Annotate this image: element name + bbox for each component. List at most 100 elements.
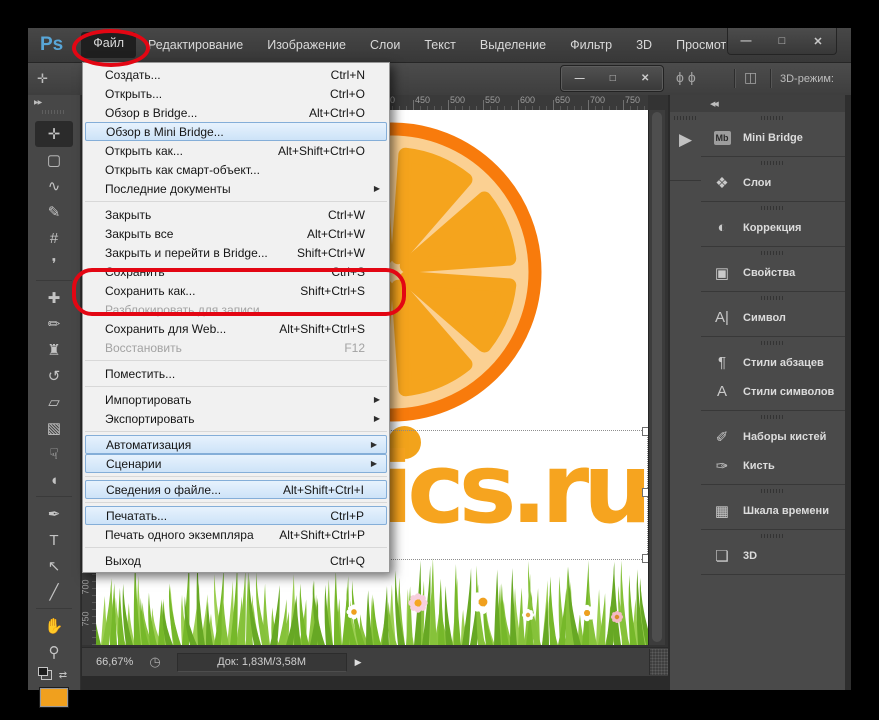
- crop-tool[interactable]: #: [28, 225, 80, 251]
- line-tool[interactable]: ╱: [28, 579, 80, 605]
- file-menu-item[interactable]: Печатать...Ctrl+P: [85, 506, 387, 525]
- gradient-tool[interactable]: ▧: [28, 415, 80, 441]
- menubar-item[interactable]: Выделение: [468, 32, 558, 58]
- expand-panel-icon[interactable]: ▶▶: [34, 99, 41, 106]
- panel-grip[interactable]: [761, 116, 785, 120]
- brush-tool[interactable]: ✏: [28, 311, 80, 337]
- panel-button-actions[interactable]: ▶: [670, 116, 701, 181]
- status-menu-arrow-icon[interactable]: ▶: [355, 657, 362, 668]
- maximize-button[interactable]: □: [767, 35, 797, 47]
- menubar-item[interactable]: Файл: [81, 32, 136, 58]
- file-menu-item[interactable]: Обзор в Bridge...Alt+Ctrl+O: [83, 103, 389, 122]
- path-selection-tool[interactable]: ↖: [28, 553, 80, 579]
- quick-selection-tool[interactable]: ✎: [28, 199, 80, 225]
- tools-panel-grip[interactable]: [42, 110, 66, 114]
- eraser-tool[interactable]: ▱: [28, 389, 80, 415]
- zoom-level-field[interactable]: 66,67%: [96, 656, 133, 668]
- menubar-item[interactable]: Редактирование: [136, 32, 255, 58]
- file-menu-item[interactable]: Импортировать▶: [83, 390, 389, 409]
- file-menu-item[interactable]: Открыть как смарт-объект...: [83, 160, 389, 179]
- file-menu-item[interactable]: Экспортировать▶: [83, 409, 389, 428]
- character-styles-icon: A: [712, 383, 732, 400]
- options-separator: [770, 69, 772, 88]
- photoshop-logo: Ps: [40, 34, 63, 56]
- file-menu-item[interactable]: Открыть...Ctrl+O: [83, 84, 389, 103]
- file-menu-item[interactable]: Открыть как...Alt+Shift+Ctrl+O: [83, 141, 389, 160]
- panel-grip[interactable]: [761, 251, 785, 255]
- panel-button-layers[interactable]: ❖Слои: [701, 168, 845, 197]
- resize-grip[interactable]: [649, 649, 668, 675]
- vertical-scrollbar[interactable]: [648, 110, 665, 645]
- close-button[interactable]: ✕: [803, 35, 833, 48]
- file-menu-item[interactable]: Создать...Ctrl+N: [83, 65, 389, 84]
- pen-tool[interactable]: ✒: [28, 501, 80, 527]
- collapse-panels-icon[interactable]: ◀◀: [710, 100, 717, 108]
- file-menu-item[interactable]: Последние документы▶: [83, 179, 389, 198]
- file-menu-item[interactable]: Автоматизация▶: [85, 435, 387, 454]
- panel-button-brush[interactable]: ✑Кисть: [701, 451, 845, 480]
- panel-grip[interactable]: [761, 489, 785, 493]
- swap-arrows-icon[interactable]: ⇄: [59, 670, 67, 681]
- panel-button-mini-bridge[interactable]: MbMini Bridge: [701, 123, 845, 152]
- file-menu-item[interactable]: ЗакрытьCtrl+W: [83, 205, 389, 224]
- file-menu-item[interactable]: Печать одного экземпляраAlt+Shift+Ctrl+P: [83, 525, 389, 544]
- tools-list: ✛▢∿✎#❜ ✚✏♜↺▱▧☟◖ ✒T↖╱ ✋⚲ ⇄: [28, 121, 80, 707]
- healing-brush-tool[interactable]: ✚: [28, 285, 80, 311]
- file-menu-item[interactable]: ВыходCtrl+Q: [83, 551, 389, 570]
- panel-grip[interactable]: [761, 296, 785, 300]
- file-menu-item[interactable]: Сохранить для Web...Alt+Shift+Ctrl+S: [83, 319, 389, 338]
- panel-button-paragraph-styles[interactable]: ¶Стили абзацев: [701, 348, 845, 377]
- file-menu-item[interactable]: Поместить...: [83, 364, 389, 383]
- panel-grip[interactable]: [674, 116, 698, 120]
- move-tool[interactable]: ✛: [35, 121, 73, 147]
- tool-separator: [36, 496, 72, 497]
- doc-close-button[interactable]: ✕: [641, 73, 649, 84]
- panel-button-adjustments[interactable]: ◐Коррекция: [701, 213, 845, 242]
- doc-maximize-button[interactable]: □: [610, 73, 616, 84]
- panel-button-properties[interactable]: ▣Свойства: [701, 258, 845, 287]
- panel-grip[interactable]: [761, 206, 785, 210]
- dodge-tool[interactable]: ◖: [28, 467, 80, 493]
- file-menu-item[interactable]: Сохранить как...Shift+Ctrl+S: [83, 281, 389, 300]
- 3d-scale-icon[interactable]: ◫: [744, 69, 761, 86]
- panel-grip[interactable]: [761, 341, 785, 345]
- file-menu-item[interactable]: Обзор в Mini Bridge...: [85, 122, 387, 141]
- default-colors-icon[interactable]: [41, 670, 52, 680]
- menubar-item[interactable]: Фильтр: [558, 32, 624, 58]
- history-brush-tool[interactable]: ↺: [28, 363, 80, 389]
- type-tool[interactable]: T: [28, 527, 80, 553]
- smudge-tool[interactable]: ☟: [28, 441, 80, 467]
- panel-grip[interactable]: [761, 415, 785, 419]
- file-menu-item[interactable]: Закрыть всеAlt+Ctrl+W: [83, 224, 389, 243]
- eyedropper-tool[interactable]: ❜: [28, 251, 80, 277]
- file-menu-item[interactable]: Сценарии▶: [85, 454, 387, 473]
- file-menu-item[interactable]: ВосстановитьF12: [83, 338, 389, 357]
- swap-colors-control[interactable]: ⇄: [28, 667, 80, 683]
- hand-tool[interactable]: ✋: [28, 613, 80, 639]
- document-size-info[interactable]: Док: 1,83М/3,58М: [177, 653, 347, 672]
- menubar-item[interactable]: Слои: [358, 32, 412, 58]
- file-menu-item[interactable]: СохранитьCtrl+S: [83, 262, 389, 281]
- panel-button-character-styles[interactable]: AСтили символов: [701, 377, 845, 406]
- file-menu-item[interactable]: Разблокировать для записи...: [83, 300, 389, 319]
- panel-button-3d[interactable]: ❏3D: [701, 541, 845, 570]
- clone-stamp-tool[interactable]: ♜: [28, 337, 80, 363]
- rectangular-marquee-tool[interactable]: ▢: [28, 147, 80, 173]
- 3d-rotate-icon[interactable]: ϕϕ: [676, 69, 700, 85]
- doc-minimize-button[interactable]: —: [575, 73, 585, 84]
- minimize-button[interactable]: —: [731, 35, 761, 47]
- panel-button-brush-presets[interactable]: ✐Наборы кистей: [701, 422, 845, 451]
- panel-grip[interactable]: [761, 534, 785, 538]
- lasso-tool[interactable]: ∿: [28, 173, 80, 199]
- scrollbar-thumb[interactable]: [652, 112, 662, 642]
- file-menu-item[interactable]: Сведения о файле...Alt+Shift+Ctrl+I: [85, 480, 387, 499]
- foreground-color-swatch[interactable]: [40, 688, 68, 707]
- menubar-item[interactable]: Текст: [412, 32, 467, 58]
- menubar-item[interactable]: 3D: [624, 32, 664, 58]
- menubar-item[interactable]: Изображение: [255, 32, 358, 58]
- zoom-tool[interactable]: ⚲: [28, 639, 80, 665]
- file-menu-item[interactable]: Закрыть и перейти в Bridge...Shift+Ctrl+…: [83, 243, 389, 262]
- panel-button-character[interactable]: A|Символ: [701, 303, 845, 332]
- panel-button-timeline[interactable]: ▦Шкала времени: [701, 496, 845, 525]
- panel-grip[interactable]: [761, 161, 785, 165]
